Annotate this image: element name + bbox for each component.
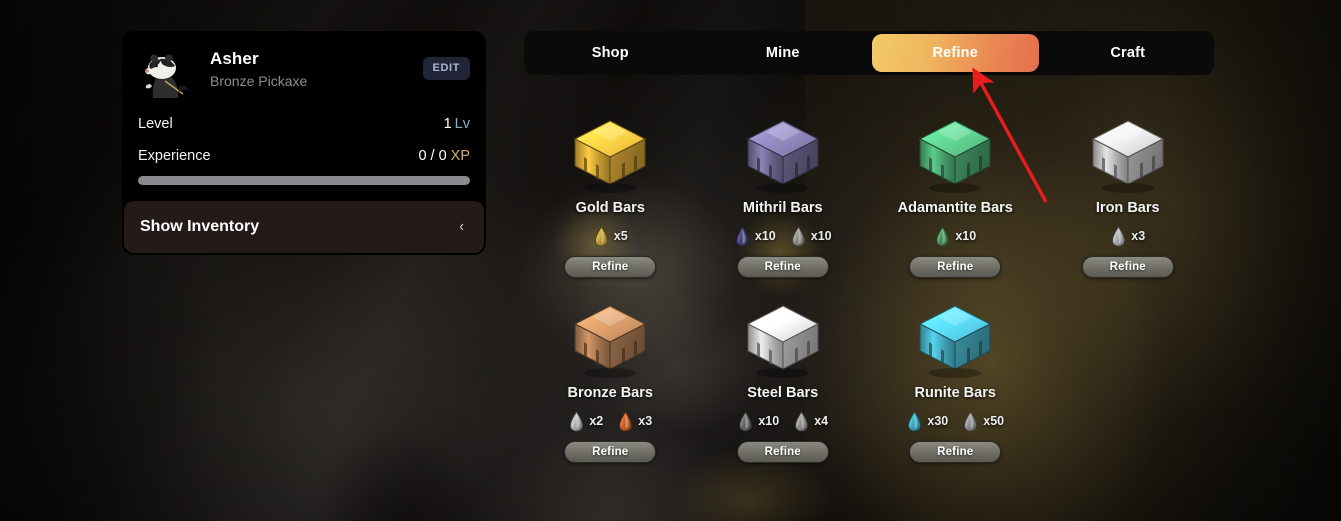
refine-item-card: Steel Bars x10 x4 Refine — [697, 297, 870, 463]
refine-item-costs: x10 x4 — [737, 410, 828, 432]
tin-ore-icon — [568, 410, 585, 432]
refine-item-card: Iron Bars x3 Refine — [1042, 112, 1215, 278]
iron-bar-icon — [1082, 112, 1174, 198]
refine-cost-quantity: x5 — [613, 229, 628, 243]
refine-item-costs: x10 — [934, 225, 976, 247]
refine-item-name: Steel Bars — [747, 385, 819, 401]
runite-bar-icon — [909, 297, 1001, 383]
refine-item-name: Bronze Bars — [567, 385, 653, 401]
player-identity: Asher Bronze Pickaxe — [210, 48, 423, 89]
refine-cost-entry: x30 — [906, 410, 949, 432]
gold-ore-icon — [593, 225, 610, 247]
steel-bar-icon — [737, 297, 829, 383]
runite-ore-icon — [906, 410, 923, 432]
edit-profile-button[interactable]: EDIT — [422, 57, 470, 80]
refine-cost-entry: x3 — [1110, 225, 1146, 247]
refine-item-card: Bronze Bars x2 x3 Refine — [524, 297, 697, 463]
experience-label: Experience — [138, 148, 211, 164]
refine-item-card: Mithril Bars x10 x10 Refine — [697, 112, 870, 278]
profile-header: Asher Bronze Pickaxe EDIT — [122, 31, 486, 98]
refine-cost-quantity: x3 — [638, 414, 653, 428]
player-profile-card: Asher Bronze Pickaxe EDIT Level 1 Lv Expe… — [122, 31, 486, 255]
tab-refine[interactable]: Refine — [872, 34, 1039, 72]
refine-button[interactable]: Refine — [564, 441, 657, 463]
iron-ore-icon — [737, 410, 754, 432]
refine-item-name: Adamantite Bars — [897, 200, 1013, 216]
refine-item-costs: x3 — [1110, 225, 1145, 247]
experience-unit: XP — [450, 148, 470, 164]
mithril-ore-icon — [734, 225, 751, 247]
refine-item-name: Iron Bars — [1095, 200, 1160, 216]
refine-button[interactable]: Refine — [736, 441, 829, 463]
level-value: 1 Lv — [444, 116, 470, 132]
level-unit: Lv — [454, 116, 470, 132]
refine-button[interactable]: Refine — [909, 256, 1002, 278]
tab-craft[interactable]: Craft — [1045, 34, 1212, 72]
refine-cost-entry: x10 — [734, 225, 776, 247]
player-name: Asher — [210, 49, 259, 68]
refine-item-grid: Gold Bars x5 Refine Mithril Bars x10 x10… — [524, 112, 1214, 463]
refine-item-costs: x5 — [593, 225, 628, 247]
refine-cost-quantity: x10 — [955, 229, 977, 243]
refine-cost-quantity: x2 — [589, 414, 604, 428]
experience-value: 0 / 0 XP — [418, 148, 470, 164]
show-inventory-label: Show Inventory — [140, 218, 260, 235]
refine-item-name: Runite Bars — [914, 385, 996, 401]
copper-ore-icon — [617, 410, 634, 432]
refine-cost-entry: x10 — [934, 225, 977, 247]
game-screen: Asher Bronze Pickaxe EDIT Level 1 Lv Expe… — [0, 0, 1341, 521]
mithril-bar-icon — [737, 112, 829, 198]
level-label: Level — [138, 116, 173, 132]
refine-cost-entry: x10 — [737, 410, 780, 432]
coal-ore-icon — [962, 410, 979, 432]
tab-shop[interactable]: Shop — [527, 34, 694, 72]
player-stats: Level 1 Lv Experience 0 / 0 XP — [122, 98, 486, 185]
refine-cost-entry: x3 — [617, 410, 653, 432]
experience-progress-bar — [138, 176, 470, 185]
refine-item-name: Mithril Bars — [742, 200, 823, 216]
refine-cost-quantity: x10 — [758, 414, 780, 428]
refine-item-costs: x10 x10 — [734, 225, 832, 247]
refine-item-name: Gold Bars — [575, 200, 645, 216]
chevron-left-icon: ‹ — [459, 218, 464, 235]
level-row: Level 1 Lv — [138, 116, 470, 132]
show-inventory-button[interactable]: Show Inventory ‹ — [124, 201, 484, 253]
adamantite-bar-icon — [909, 112, 1001, 198]
refine-cost-entry: x10 — [790, 225, 832, 247]
refine-cost-quantity: x10 — [754, 229, 776, 243]
refine-item-card: Adamantite Bars x10 Refine — [869, 112, 1042, 278]
refine-cost-quantity: x10 — [810, 229, 832, 243]
refine-button[interactable]: Refine — [564, 256, 657, 278]
refine-cost-quantity: x50 — [983, 414, 1005, 428]
level-number: 1 — [443, 116, 452, 132]
refine-cost-entry: x2 — [568, 410, 604, 432]
tab-mine[interactable]: Mine — [700, 34, 867, 72]
refine-item-card: Gold Bars x5 Refine — [524, 112, 697, 278]
experience-row: Experience 0 / 0 XP — [138, 148, 470, 164]
iron-ore-icon — [1110, 225, 1127, 247]
refine-cost-quantity: x30 — [927, 414, 949, 428]
refine-item-costs: x2 x3 — [568, 410, 652, 432]
experience-number: 0 / 0 — [418, 148, 447, 164]
refine-cost-entry: x4 — [793, 410, 829, 432]
refine-item-costs: x30 x50 — [906, 410, 1004, 432]
refine-button[interactable]: Refine — [1081, 256, 1174, 278]
refine-cost-quantity: x3 — [1131, 229, 1146, 243]
refine-item-card: Runite Bars x30 x50 Refine — [869, 297, 1042, 463]
refine-cost-quantity: x4 — [814, 414, 829, 428]
refine-button[interactable]: Refine — [736, 256, 829, 278]
badger-miner-avatar-icon — [138, 50, 198, 98]
coal-ore-icon — [793, 410, 810, 432]
player-equipped-tool: Bronze Pickaxe — [210, 72, 308, 89]
gold-bar-icon — [564, 112, 656, 198]
refine-cost-entry: x50 — [962, 410, 1005, 432]
refine-button[interactable]: Refine — [909, 441, 1002, 463]
silver-ore-icon — [790, 225, 807, 247]
adamantite-ore-icon — [934, 225, 951, 247]
refine-cost-entry: x5 — [593, 225, 628, 247]
bronze-bar-icon — [564, 297, 656, 383]
main-tab-bar: Shop Mine Refine Craft — [524, 31, 1214, 75]
